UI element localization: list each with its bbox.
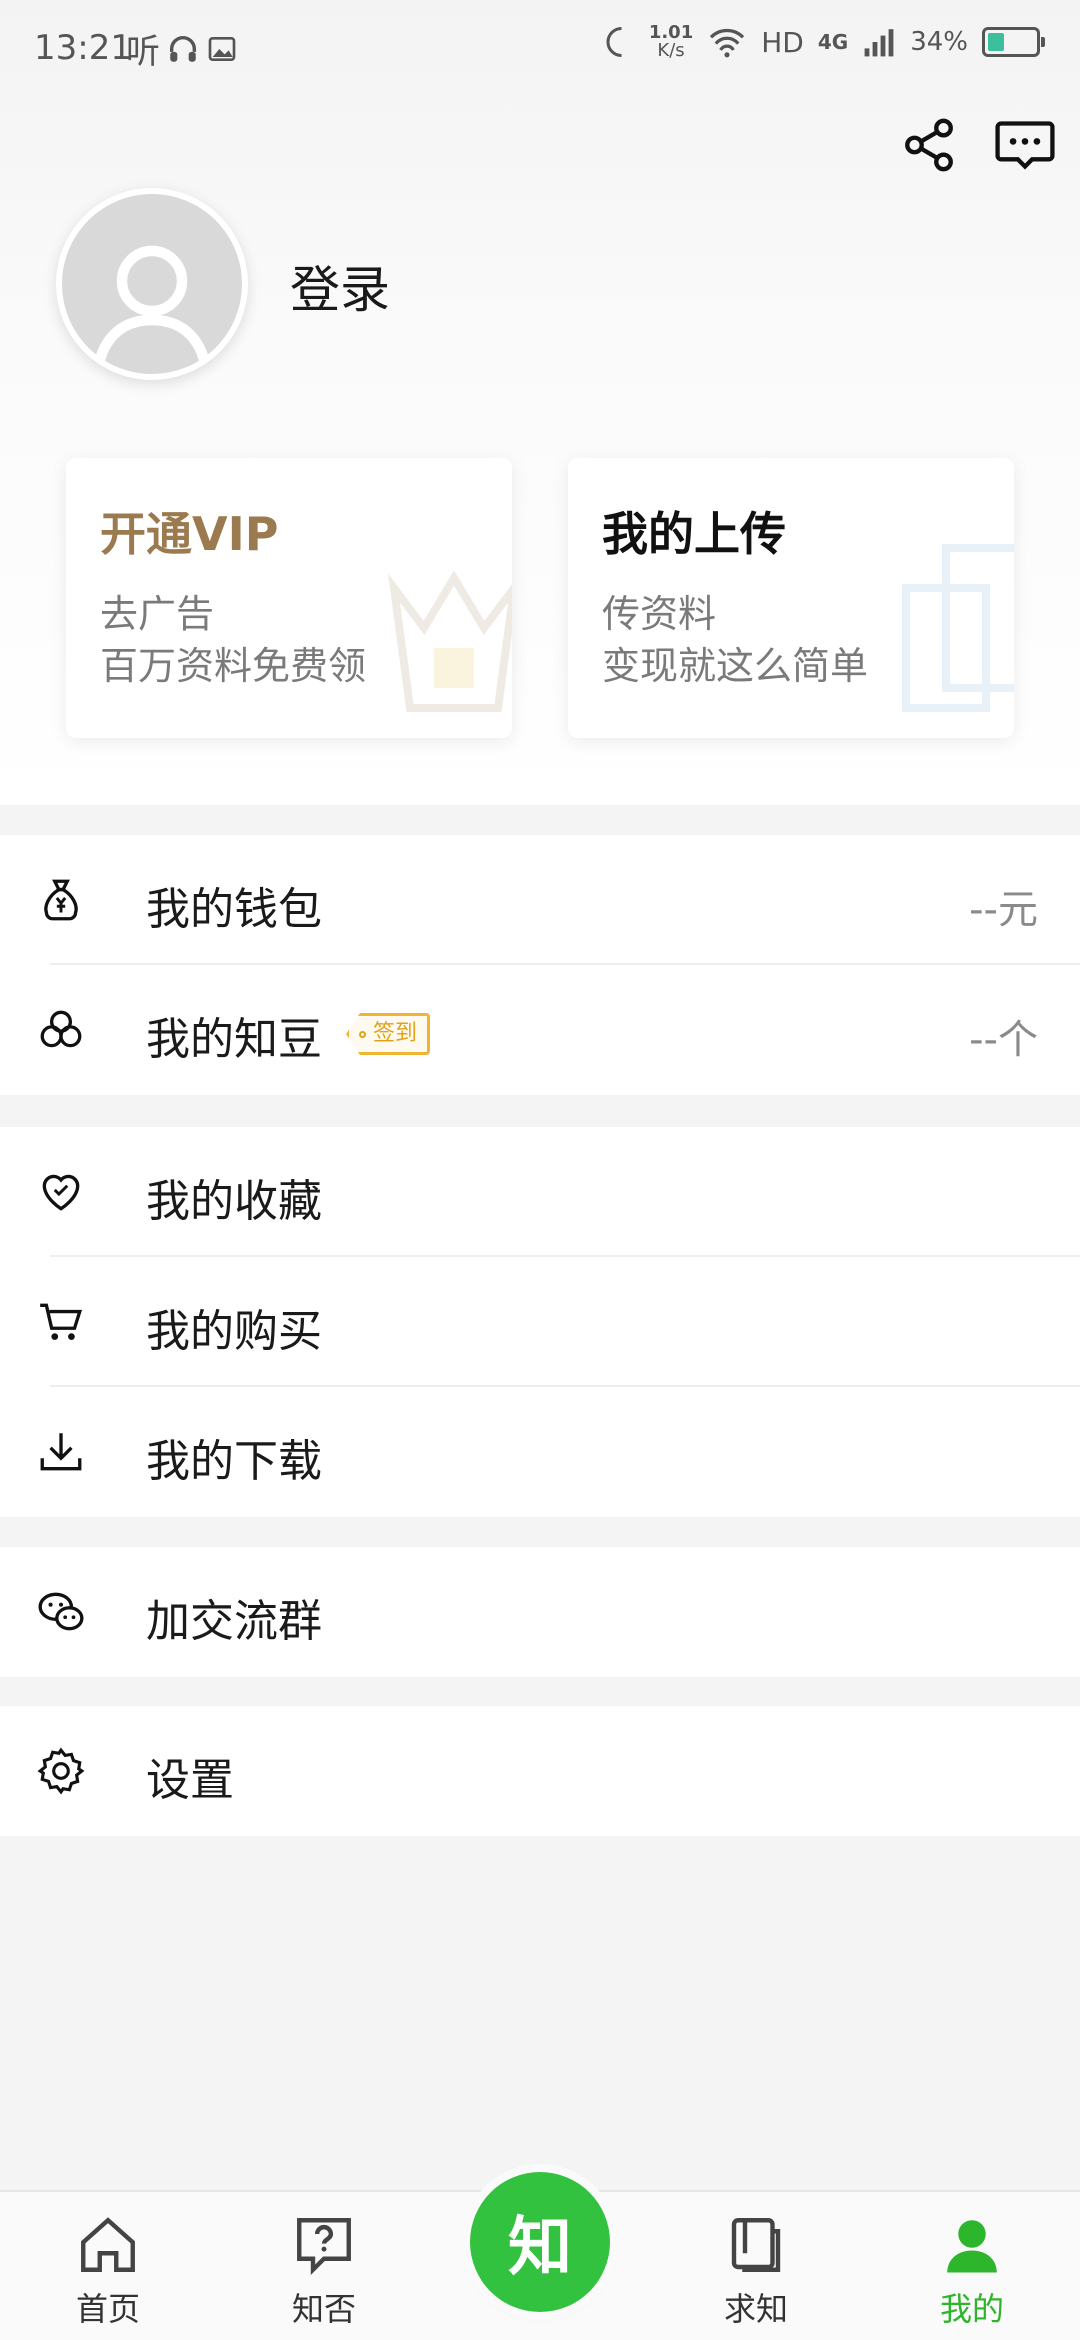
net-speed: 1.01 K/s: [648, 22, 694, 61]
wallet-balance: --元: [969, 887, 1038, 933]
menu-item-beans[interactable]: 我的知豆 签到 --个: [0, 965, 1080, 1095]
tab-home[interactable]: 首页: [38, 2212, 178, 2340]
wechat-icon: [38, 1592, 84, 1631]
settings-label: 设置: [146, 1755, 234, 1806]
vip-card[interactable]: 开通VIP 去广告 百万资料免费领: [66, 458, 512, 738]
assets-group: 我的钱包 --元 我的知豆 签到 --个: [0, 835, 1080, 1095]
tab-qa-label: 知否: [291, 2290, 356, 2328]
menu-item-join-group[interactable]: 加交流群: [0, 1547, 1080, 1677]
share-button[interactable]: [894, 110, 964, 180]
favorites-label: 我的收藏: [146, 1176, 322, 1227]
battery-icon: [982, 27, 1045, 57]
tab-mine-label: 我的: [939, 2290, 1004, 2328]
vip-card-title: 开通VIP: [100, 507, 279, 561]
book-icon: [731, 2218, 781, 2272]
user-icon: [947, 2220, 997, 2273]
home-icon: [81, 2217, 135, 2272]
money-bag-icon: [44, 879, 78, 921]
center-action-glyph: 知: [508, 2211, 572, 2285]
question-icon: [297, 2218, 351, 2276]
vip-card-subtitle: 去广告 百万资料免费领: [100, 592, 367, 688]
menu-item-wallet[interactable]: 我的钱包 --元: [0, 835, 1080, 965]
cart-icon: [40, 1303, 83, 1340]
purchases-label: 我的购买: [146, 1306, 322, 1357]
settings-group: 设置: [0, 1706, 1080, 1836]
battery-fill: [988, 33, 1004, 51]
moon-icon: [606, 27, 622, 57]
content-group: 我的收藏 我的购买 我的下载: [0, 1127, 1080, 1517]
document-decoration-icon: [902, 544, 1014, 712]
gear-icon: [37, 1747, 85, 1795]
message-icon: [995, 121, 1055, 170]
crown-decoration-icon: [388, 570, 512, 712]
tab-qa[interactable]: 知否: [254, 2212, 394, 2340]
menu-item-favorites[interactable]: 我的收藏: [0, 1127, 1080, 1257]
upload-card-subtitle: 传资料 变现就这么简单: [602, 592, 869, 688]
network-type: 4G: [817, 30, 849, 54]
image-icon: [208, 36, 236, 61]
menu-item-downloads[interactable]: 我的下载: [0, 1387, 1080, 1517]
upload-card[interactable]: 我的上传 传资料 变现就这么简单: [568, 458, 1014, 738]
hd-indicator: HD: [761, 25, 804, 59]
user-placeholder-icon: [92, 245, 212, 370]
tab-home-label: 首页: [75, 2290, 140, 2328]
tab-mine[interactable]: 我的: [902, 2212, 1042, 2340]
status-right-icons: 1.01 K/s HD 4G 34%: [599, 22, 1045, 61]
downloads-label: 我的下载: [146, 1436, 322, 1487]
join-group-label: 加交流群: [146, 1596, 322, 1647]
share-icon: [905, 118, 953, 172]
sign-in-tag[interactable]: 签到: [346, 1013, 431, 1055]
status-bar: 13:21 听 1.01 K/s HD 4G 34%: [0, 0, 1080, 100]
headphones-icon: [169, 35, 197, 62]
status-left-icons: 听: [126, 24, 238, 73]
battery-percent: 34%: [910, 27, 968, 57]
listen-app-icon: 听: [126, 32, 160, 72]
menu-item-settings[interactable]: 设置: [0, 1706, 1080, 1836]
status-time: 13:21: [34, 28, 132, 68]
beans-label: 我的知豆: [146, 1014, 322, 1065]
tag-hole: [359, 1031, 366, 1038]
avatar[interactable]: [56, 188, 248, 380]
beans-count: --个: [969, 1017, 1038, 1063]
tab-seek[interactable]: 求知: [686, 2212, 826, 2340]
community-group: 加交流群: [0, 1547, 1080, 1677]
wallet-label: 我的钱包: [146, 884, 322, 935]
upload-card-title: 我的上传: [602, 507, 786, 561]
heart-icon: [42, 1174, 80, 1211]
login-link[interactable]: 登录: [290, 250, 390, 322]
wifi-icon: [710, 28, 745, 58]
bean-icon: [40, 1010, 82, 1048]
menu-item-purchases[interactable]: 我的购买: [0, 1257, 1080, 1387]
signal-icon: [864, 29, 894, 57]
center-action-button[interactable]: 知: [470, 2172, 610, 2312]
tab-seek-label: 求知: [723, 2290, 788, 2328]
message-button[interactable]: [990, 110, 1060, 180]
download-icon: [40, 1433, 82, 1471]
